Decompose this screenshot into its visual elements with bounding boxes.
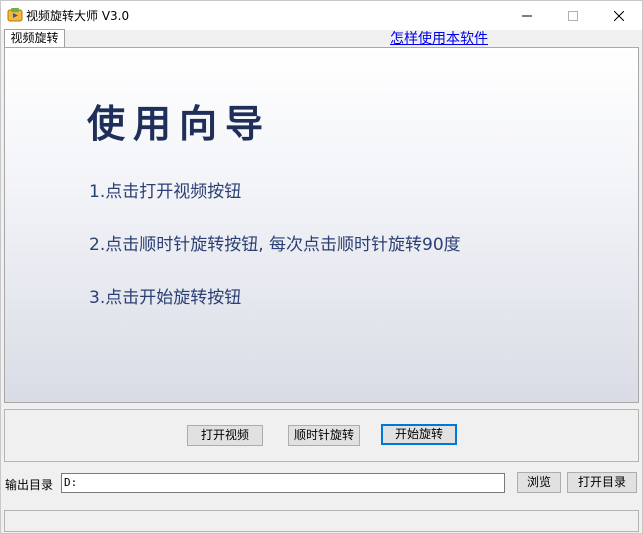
output-dir-input[interactable]: D: (61, 473, 505, 493)
start-rotate-button[interactable]: 开始旋转 (381, 424, 457, 445)
guide-step-2: 2.点击顺时针旋转按钮, 每次点击顺时针旋转90度 (89, 235, 461, 255)
title-bar[interactable]: 视频旋转大师 V3.0 (1, 1, 642, 30)
controls-group: 打开视频 顺时针旋转 开始旋转 (4, 409, 639, 462)
maximize-button[interactable] (550, 1, 596, 30)
close-icon (614, 10, 624, 21)
app-window: 视频旋转大师 V3.0 视频旋转 怎样使用本软件 使用向导 1.点击打开视频按钮… (0, 0, 643, 534)
tab-video-rotate[interactable]: 视频旋转 (4, 29, 65, 47)
output-dir-label: 输出目录 (5, 478, 54, 492)
guide-panel: 使用向导 1.点击打开视频按钮 2.点击顺时针旋转按钮, 每次点击顺时针旋转90… (4, 47, 639, 403)
minimize-icon (522, 15, 532, 16)
guide-title: 使用向导 (87, 101, 272, 146)
open-directory-button[interactable]: 打开目录 (567, 472, 637, 493)
help-link[interactable]: 怎样使用本软件 (390, 28, 488, 48)
open-video-button[interactable]: 打开视频 (187, 425, 263, 446)
browse-button[interactable]: 浏览 (517, 472, 561, 493)
window-title: 视频旋转大师 V3.0 (26, 9, 130, 23)
close-button[interactable] (596, 1, 642, 30)
rotate-clockwise-button[interactable]: 顺时针旋转 (288, 425, 360, 446)
video-app-icon (7, 8, 23, 22)
status-bar (4, 510, 639, 532)
minimize-button[interactable] (504, 1, 550, 30)
maximize-icon (568, 10, 578, 21)
guide-step-3: 3.点击开始旋转按钮 (89, 288, 242, 308)
guide-step-1: 1.点击打开视频按钮 (89, 182, 242, 202)
